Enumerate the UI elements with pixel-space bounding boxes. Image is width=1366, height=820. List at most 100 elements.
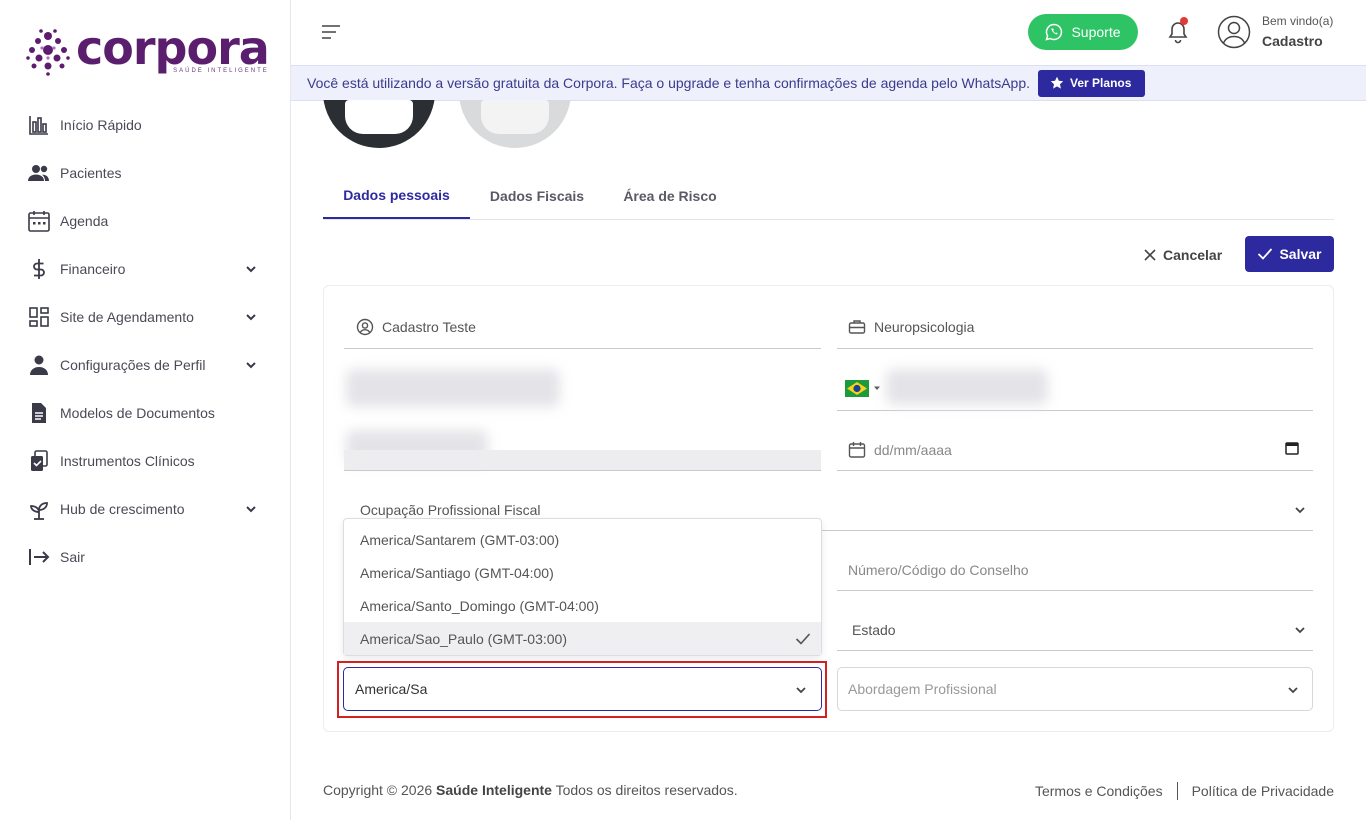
briefcase-icon [848, 320, 866, 334]
sidebar-item-instrumentos-clinicos[interactable]: Instrumentos Clínicos [0, 437, 290, 485]
bar-chart-icon [28, 114, 50, 136]
user-avatar-icon[interactable] [1217, 15, 1251, 49]
save-label: Salvar [1279, 246, 1322, 262]
sidebar-nav: Início Rápido Pacientes Agenda Financeir… [0, 101, 290, 581]
chevron-down-icon [246, 506, 256, 513]
sidebar-item-agenda[interactable]: Agenda [0, 197, 290, 245]
cancel-label: Cancelar [1163, 247, 1223, 263]
sidebar-item-label: Configurações de Perfil [60, 357, 206, 373]
profile-photo-placeholder[interactable] [459, 100, 571, 148]
chevron-down-icon [246, 266, 256, 273]
name-field[interactable]: Cadastro Teste [344, 306, 821, 349]
sprout-icon [28, 498, 50, 520]
birthdate-placeholder: dd/mm/aaaa [874, 441, 952, 458]
banner-text: Você está utilizando a versão gratuita d… [307, 75, 1031, 91]
state-select[interactable]: Estado [837, 610, 1313, 651]
approach-placeholder: Abordagem Profissional [848, 681, 997, 697]
sidebar-item-modelos-de-documentos[interactable]: Modelos de Documentos [0, 389, 290, 437]
timezone-option[interactable]: America/Santo_Domingo (GMT-04:00) [344, 589, 821, 622]
occupation-placeholder: Ocupação Profissional Fiscal [360, 502, 541, 518]
sidebar-item-label: Modelos de Documentos [60, 405, 215, 421]
chevron-down-icon [796, 687, 806, 694]
sidebar-item-sair[interactable]: Sair [0, 533, 290, 581]
copyright-suffix: Todos os direitos reservados. [555, 782, 738, 798]
calendar-icon [848, 441, 866, 458]
upgrade-banner: Você está utilizando a versão gratuita d… [291, 65, 1366, 101]
whatsapp-icon [1045, 23, 1063, 41]
birthdate-field[interactable]: dd/mm/aaaa [837, 429, 1313, 471]
brazil-flag-icon[interactable] [845, 379, 869, 397]
sidebar: corpora SAÚDE INTELIGENTE Início Rápido … [0, 0, 291, 820]
sidebar-item-configuracoes-de-perfil[interactable]: Configurações de Perfil [0, 341, 290, 389]
footer-copyright: Copyright © 2026 Saúde Inteligente Todos… [323, 782, 738, 798]
blurred-email-field[interactable] [346, 369, 560, 407]
user-circle-icon [356, 318, 374, 336]
profile-photo[interactable] [323, 100, 435, 148]
save-button[interactable]: Salvar [1245, 236, 1334, 272]
approach-select[interactable]: Abordagem Profissional [837, 667, 1313, 711]
document-icon [28, 402, 50, 424]
date-picker-icon[interactable] [1285, 441, 1299, 455]
chevron-down-icon [1288, 687, 1298, 694]
sidebar-item-label: Pacientes [60, 165, 122, 181]
footer-divider [1176, 782, 1178, 800]
sidebar-item-site-de-agendamento[interactable]: Site de Agendamento [0, 293, 290, 341]
cancel-button[interactable]: Cancelar [1143, 244, 1222, 266]
sidebar-item-label: Início Rápido [60, 117, 142, 133]
sidebar-item-label: Hub de crescimento [60, 501, 185, 517]
blurred-document-field[interactable] [344, 450, 821, 471]
menu-toggle-icon[interactable] [321, 23, 341, 41]
timezone-option[interactable]: America/Santiago (GMT-04:00) [344, 556, 821, 589]
terms-link[interactable]: Termos e Condições [1035, 783, 1163, 799]
check-icon [1258, 248, 1273, 260]
close-icon [1144, 249, 1156, 261]
grid-icon [28, 306, 50, 328]
sidebar-item-label: Financeiro [60, 261, 126, 277]
corpora-logo[interactable]: corpora SAÚDE INTELIGENTE [26, 21, 270, 80]
timezone-option[interactable]: America/Santarem (GMT-03:00) [344, 523, 821, 556]
tab-dados-pessoais[interactable]: Dados pessoais [323, 173, 470, 219]
clipboard-icon [28, 450, 50, 472]
form-tabs: Dados pessoais Dados Fiscais Área de Ris… [323, 173, 1334, 220]
calendar-icon [28, 210, 50, 232]
star-icon [1050, 76, 1064, 89]
name-value: Cadastro Teste [382, 319, 476, 335]
specialty-value: Neuropsicologia [874, 319, 975, 335]
support-button[interactable]: Suporte [1028, 14, 1138, 50]
footer-links: Termos e Condições Política de Privacida… [1035, 782, 1334, 800]
logo-word: corpora [76, 21, 270, 75]
copyright-prefix: Copyright © 2026 [323, 782, 433, 798]
timezone-option-selected[interactable]: America/Sao_Paulo (GMT-03:00) [344, 622, 821, 655]
caret-down-icon[interactable] [872, 383, 882, 393]
person-icon [28, 354, 50, 376]
timezone-select[interactable]: America/Sa [343, 667, 822, 711]
chevron-down-icon [1295, 627, 1305, 634]
timezone-dropdown-menu: America/Santarem (GMT-03:00) America/San… [343, 518, 822, 656]
sidebar-item-label: Instrumentos Clínicos [60, 453, 195, 469]
logo-dots-icon [26, 29, 70, 76]
ver-planos-button[interactable]: Ver Planos [1038, 69, 1146, 97]
specialty-field[interactable]: Neuropsicologia [837, 306, 1313, 349]
chevron-down-icon [246, 362, 256, 369]
check-icon [795, 633, 811, 645]
state-placeholder: Estado [852, 622, 896, 638]
council-placeholder: Número/Código do Conselho [848, 561, 1029, 578]
tab-dados-fiscais[interactable]: Dados Fiscais [473, 173, 601, 219]
sidebar-item-financeiro[interactable]: Financeiro [0, 245, 290, 293]
sidebar-item-inicio-rapido[interactable]: Início Rápido [0, 101, 290, 149]
tab-area-de-risco[interactable]: Área de Risco [606, 173, 734, 219]
users-icon [28, 162, 50, 184]
notification-dot [1180, 17, 1188, 25]
chevron-down-icon [246, 314, 256, 321]
user-name[interactable]: Cadastro [1262, 33, 1323, 49]
ver-planos-label: Ver Planos [1070, 76, 1132, 90]
welcome-text: Bem vindo(a) [1262, 14, 1334, 28]
council-number-field[interactable]: Número/Código do Conselho [837, 549, 1313, 591]
sidebar-item-hub-de-crescimento[interactable]: Hub de crescimento [0, 485, 290, 533]
chevron-down-icon [1295, 507, 1305, 514]
sidebar-item-pacientes[interactable]: Pacientes [0, 149, 290, 197]
privacy-link[interactable]: Política de Privacidade [1192, 783, 1334, 799]
blurred-phone-value [886, 369, 1048, 405]
top-bar: Suporte Bem vindo(a) Cadastro [291, 0, 1366, 65]
timezone-option-label: America/Sao_Paulo (GMT-03:00) [360, 630, 567, 647]
